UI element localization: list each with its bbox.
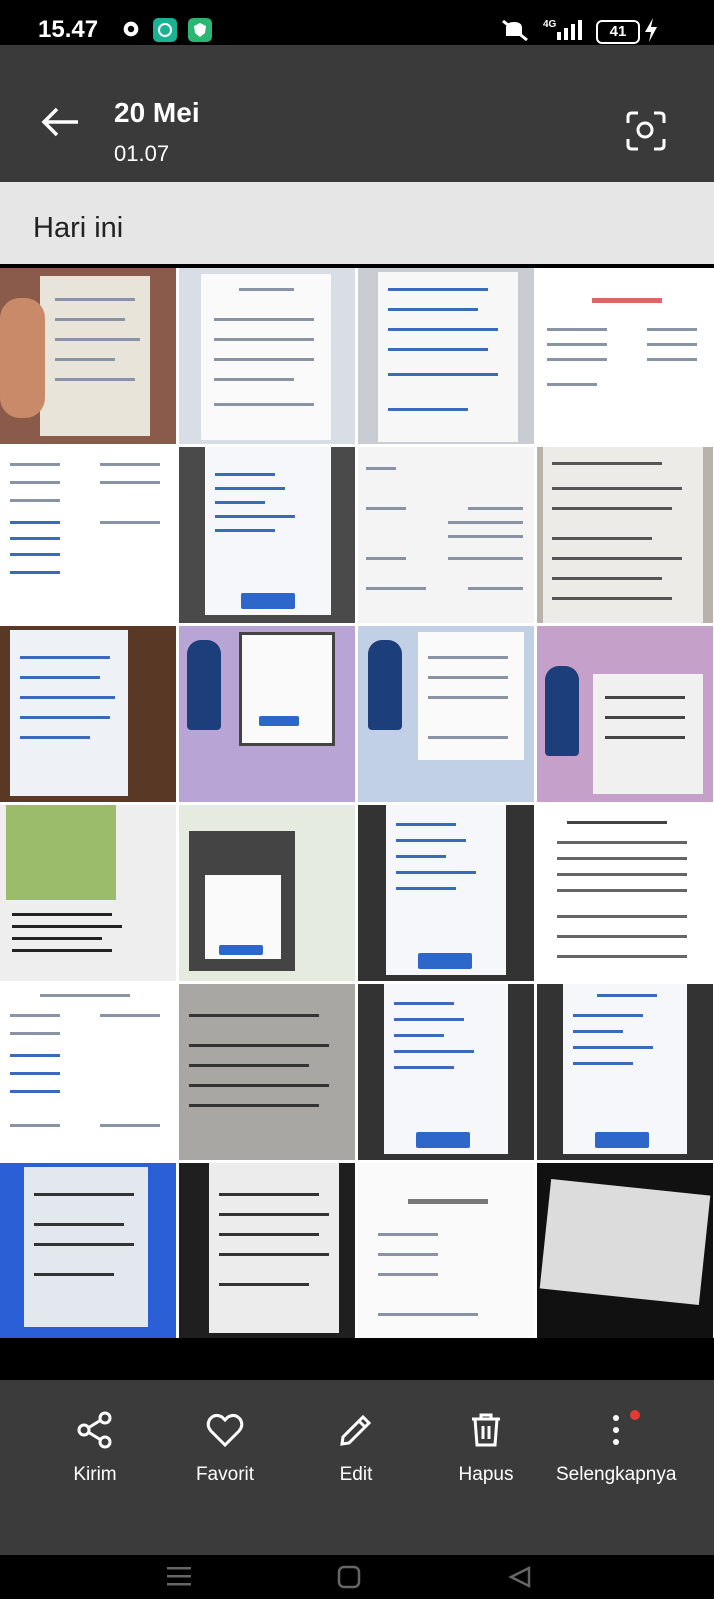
recent-apps-icon[interactable] (166, 1565, 192, 1592)
battery-level: 41 (596, 20, 640, 44)
mute-icon (500, 18, 530, 47)
photo-thumbnail[interactable] (537, 626, 713, 802)
share-icon (35, 1408, 155, 1452)
photo-thumbnail[interactable] (358, 1163, 534, 1338)
lens-scan-icon[interactable] (624, 109, 668, 158)
trash-icon (426, 1408, 546, 1452)
gear-icon (120, 18, 142, 45)
photo-thumbnail[interactable] (537, 447, 713, 623)
photo-thumbnail[interactable] (358, 626, 534, 802)
photo-date: 20 Mei (114, 97, 200, 128)
notification-dot (630, 1410, 640, 1420)
photo-thumbnail[interactable] (537, 805, 713, 981)
photo-thumbnail[interactable] (179, 984, 355, 1160)
app-bar: 20 Mei 01.07 (0, 45, 714, 182)
back-nav-icon[interactable] (508, 1565, 532, 1594)
photo-grid (0, 268, 714, 1338)
pencil-icon (296, 1408, 416, 1452)
section-header: Hari ini (0, 182, 714, 264)
photo-thumbnail[interactable] (537, 984, 713, 1160)
shield-icon (188, 18, 212, 47)
more-button[interactable]: Selengkapnya (556, 1408, 676, 1486)
back-arrow-icon[interactable] (40, 105, 80, 144)
share-label: Kirim (73, 1464, 117, 1485)
photo-thumbnail[interactable] (0, 805, 176, 981)
photo-thumbnail[interactable] (179, 626, 355, 802)
heart-icon (165, 1408, 285, 1452)
status-time: 15.47 (38, 16, 99, 43)
photo-thumbnail[interactable] (358, 447, 534, 623)
photo-thumbnail[interactable] (358, 268, 534, 444)
photo-thumbnail[interactable] (0, 626, 176, 802)
photo-thumbnail[interactable] (358, 984, 534, 1160)
section-title: Hari ini (33, 212, 124, 244)
photo-thumbnail[interactable] (0, 1163, 176, 1338)
more-vertical-icon (556, 1408, 676, 1452)
system-nav-bar (0, 1555, 714, 1599)
share-button[interactable]: Kirim (35, 1408, 155, 1486)
photo-thumbnail[interactable] (358, 805, 534, 981)
edit-button[interactable]: Edit (296, 1408, 416, 1486)
photo-thumbnail[interactable] (179, 1163, 355, 1338)
photo-thumbnail[interactable] (179, 805, 355, 981)
photo-thumbnail[interactable] (0, 447, 176, 623)
edit-label: Edit (339, 1464, 373, 1485)
signal-icon: 4G (543, 18, 587, 47)
favorite-button[interactable]: Favorit (165, 1408, 285, 1486)
photo-thumbnail[interactable] (537, 268, 713, 444)
home-icon[interactable] (337, 1565, 361, 1594)
charging-icon (644, 18, 658, 47)
delete-label: Hapus (458, 1464, 514, 1485)
photo-thumbnail[interactable] (0, 984, 176, 1160)
photo-thumbnail[interactable] (0, 268, 176, 444)
bottom-action-bar: Kirim Favorit Edit Hapus Selengkapnya (0, 1380, 714, 1560)
photo-thumbnail[interactable] (537, 1163, 713, 1338)
photo-time: 01.07 (114, 141, 170, 166)
svg-text:4G: 4G (543, 19, 557, 30)
photo-thumbnail[interactable] (179, 268, 355, 444)
chat-app-icon (153, 18, 177, 47)
photo-thumbnail[interactable] (179, 447, 355, 623)
favorite-label: Favorit (195, 1464, 255, 1485)
delete-button[interactable]: Hapus (426, 1408, 546, 1486)
more-label: Selengkapnya (556, 1464, 677, 1485)
